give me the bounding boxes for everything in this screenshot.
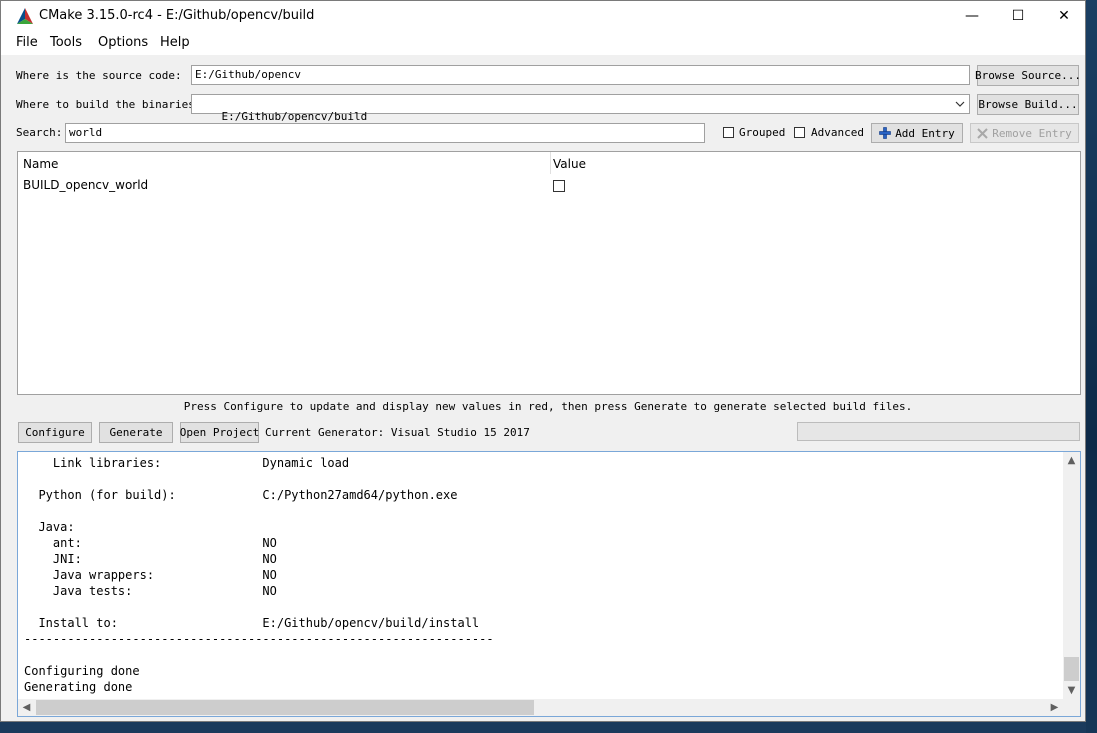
grouped-label: Grouped: [739, 126, 786, 139]
build-path-combobox[interactable]: E:/Github/opencv/build: [191, 94, 970, 123]
output-line: Configuring done: [24, 664, 140, 678]
horizontal-scroll-thumb[interactable]: [36, 700, 534, 715]
advanced-checkbox[interactable]: [794, 127, 805, 138]
output-line: Generating done: [24, 680, 133, 694]
remove-entry-button[interactable]: Remove Entry: [970, 123, 1079, 143]
advanced-label: Advanced: [811, 126, 864, 139]
entry-name: BUILD_opencv_world: [23, 178, 149, 192]
remove-icon: [977, 127, 988, 139]
current-generator-text: Current Generator: Visual Studio 15 2017: [265, 426, 530, 439]
browse-build-button[interactable]: Browse Build...: [977, 94, 1079, 115]
build-label: Where to build the binaries:: [16, 98, 202, 111]
add-entry-label: Add Entry: [895, 126, 955, 140]
output-line: Python (for build): C:/Python27amd64/pyt…: [24, 488, 458, 502]
chevron-down-icon[interactable]: [955, 100, 965, 108]
cmake-logo-icon: [17, 8, 33, 24]
horizontal-scrollbar[interactable]: ◀ ▶: [18, 699, 1080, 716]
source-label: Where is the source code:: [16, 69, 182, 82]
minimize-button[interactable]: —: [949, 1, 995, 31]
vertical-scroll-thumb[interactable]: [1064, 657, 1079, 681]
output-line: Java wrappers: NO: [24, 568, 277, 582]
column-divider[interactable]: [550, 152, 551, 174]
output-line: JNI: NO: [24, 552, 277, 566]
menu-file[interactable]: File: [16, 35, 38, 50]
plus-icon: [879, 127, 891, 139]
search-input[interactable]: world: [65, 123, 705, 143]
configure-button[interactable]: Configure: [18, 422, 92, 443]
scroll-right-icon[interactable]: ▶: [1046, 699, 1063, 716]
vertical-scrollbar[interactable]: ▲ ▼: [1063, 452, 1080, 699]
menu-bar: File Tools Options Help: [1, 31, 1085, 55]
progress-bar: [797, 422, 1080, 441]
output-line: Install to: E:/Github/opencv/build/insta…: [24, 616, 480, 630]
window-title: CMake 3.15.0-rc4 - E:/Github/opencv/buil…: [39, 8, 315, 23]
output-line: Java tests: NO: [24, 584, 277, 598]
menu-help[interactable]: Help: [160, 35, 190, 50]
close-button[interactable]: ✕: [1041, 1, 1087, 31]
output-line: ----------------------------------------…: [24, 632, 494, 646]
menu-options[interactable]: Options: [98, 35, 148, 50]
title-bar[interactable]: CMake 3.15.0-rc4 - E:/Github/opencv/buil…: [1, 1, 1085, 31]
browse-source-button[interactable]: Browse Source...: [975, 65, 1081, 86]
output-log[interactable]: Link libraries: Dynamic load Python (for…: [17, 451, 1081, 717]
column-header-name[interactable]: Name: [23, 157, 58, 171]
maximize-button[interactable]: ☐: [995, 1, 1041, 31]
cache-entries-table[interactable]: Name Value BUILD_opencv_world: [17, 151, 1081, 395]
desktop-background: [1086, 0, 1097, 733]
build-path-value: E:/Github/opencv/build: [221, 110, 368, 123]
menu-tools[interactable]: Tools: [50, 35, 82, 50]
remove-entry-label: Remove Entry: [992, 126, 1072, 140]
column-header-value[interactable]: Value: [553, 157, 586, 171]
add-entry-button[interactable]: Add Entry: [871, 123, 963, 143]
output-line: Java:: [24, 520, 75, 534]
output-line: Link libraries: Dynamic load: [24, 456, 350, 470]
generate-button[interactable]: Generate: [99, 422, 173, 443]
scroll-up-icon[interactable]: ▲: [1063, 452, 1080, 469]
scroll-down-icon[interactable]: ▼: [1063, 682, 1080, 699]
search-label: Search:: [16, 126, 63, 139]
output-line: ant: NO: [24, 536, 277, 550]
configure-hint-text: Press Configure to update and display ne…: [183, 400, 913, 413]
grouped-checkbox[interactable]: [723, 127, 734, 138]
scroll-left-icon[interactable]: ◀: [18, 699, 35, 716]
open-project-button[interactable]: Open Project: [180, 422, 259, 443]
entry-value-checkbox[interactable]: [553, 180, 565, 192]
source-path-input[interactable]: E:/Github/opencv: [191, 65, 970, 85]
table-row[interactable]: BUILD_opencv_world: [18, 177, 1080, 195]
cmake-window: CMake 3.15.0-rc4 - E:/Github/opencv/buil…: [0, 0, 1086, 722]
